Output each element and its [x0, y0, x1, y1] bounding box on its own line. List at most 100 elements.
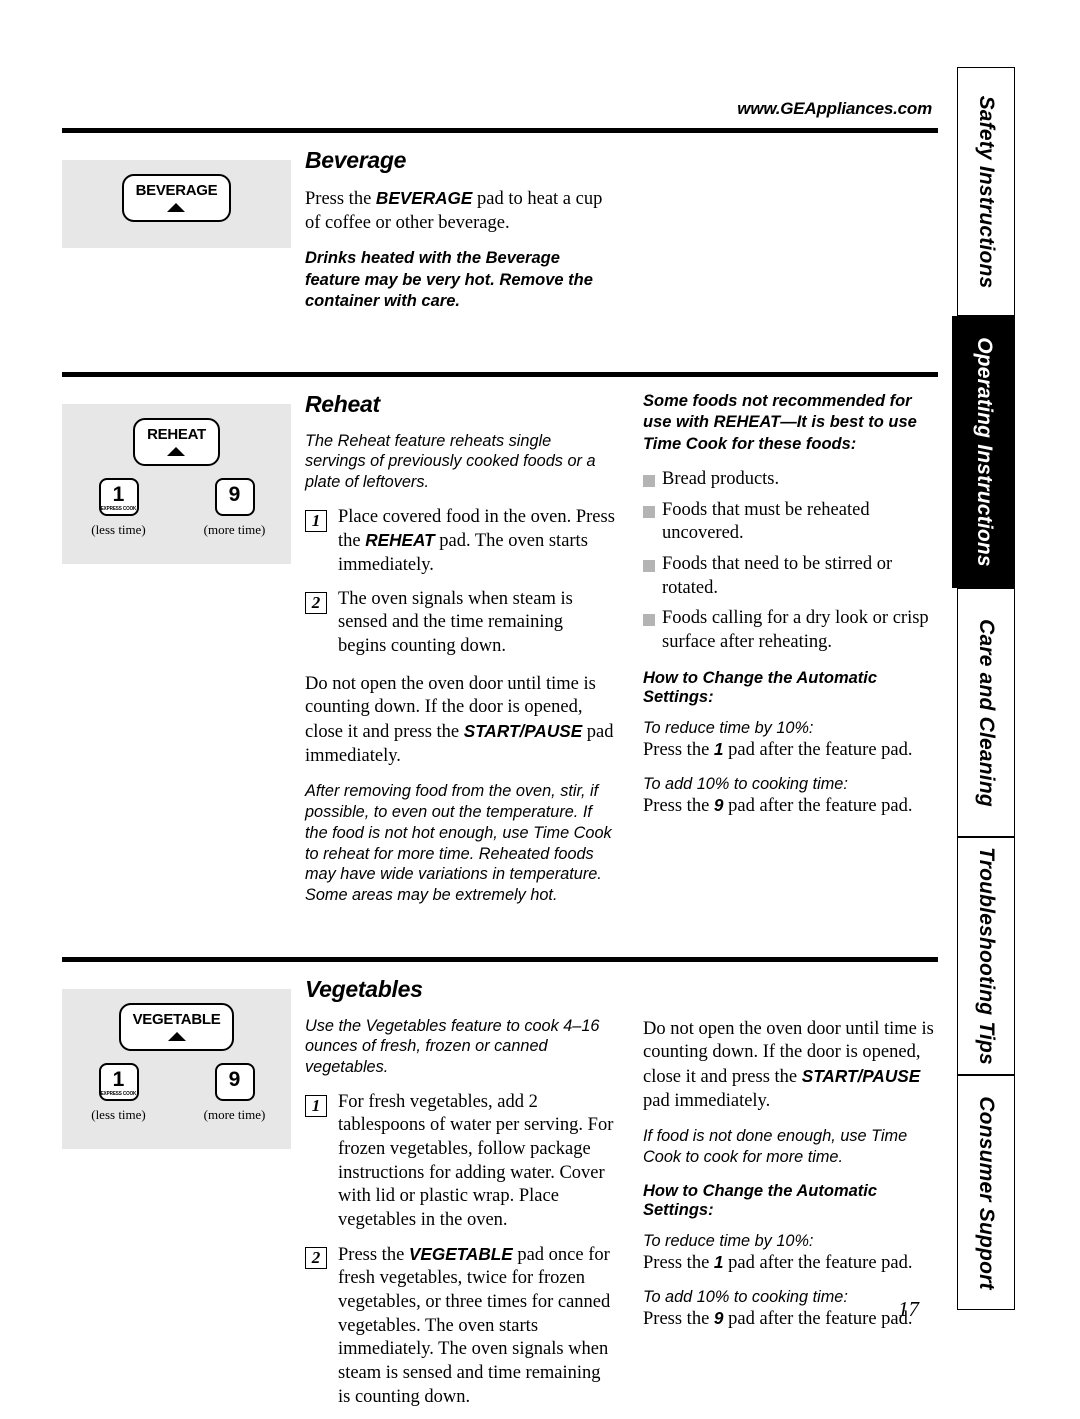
up-arrow-icon	[167, 446, 186, 456]
setting-desc-post: pad after the feature pad.	[723, 796, 913, 817]
tab-care-and-cleaning[interactable]: Care and Cleaning	[957, 588, 1015, 837]
vegetables-pad-illustration: VEGETABLE 1 EXPRESS COOK (less time) 9 (…	[62, 988, 291, 1149]
beverage-intro-bold: BEVERAGE	[375, 188, 473, 208]
reheat-title: Reheat	[305, 390, 380, 417]
tab-operating-instructions[interactable]: Operating Instructions	[952, 316, 1015, 588]
reheat-door-warning: Do not open the oven door until time is …	[305, 673, 615, 769]
reheat-less-digit: 1	[112, 482, 125, 506]
tab-consumer-support[interactable]: Consumer Support	[957, 1075, 1015, 1310]
reheat-setting-reduce: To reduce time by 10%: Press the 1 pad a…	[643, 718, 938, 763]
reheat-less-time-pad[interactable]: 1 EXPRESS COOK	[98, 477, 139, 516]
step-text-pre: The oven signals when steam is sensed an…	[338, 588, 573, 657]
door-warning-bold: START/PAUSE	[463, 721, 583, 742]
vegetables-more-time-pad[interactable]: 9	[214, 1062, 255, 1101]
setting-desc-pre: Press the	[643, 796, 714, 817]
tab-label: Troubleshooting Tips	[975, 847, 998, 1065]
beverage-pad-illustration: BEVERAGE	[62, 160, 291, 248]
step-text-pre: Press the	[338, 1244, 409, 1265]
door-warning-bold: START/PAUSE	[801, 1065, 921, 1086]
step-number: 2	[305, 1246, 327, 1269]
vegetables-more-caption: (more time)	[203, 1106, 266, 1122]
reheat-pad-label: REHEAT	[147, 425, 206, 443]
setting-label: To add 10% to cooking time:	[643, 1287, 848, 1306]
section-tab-strip: Safety Instructions Operating Instructio…	[952, 67, 1020, 1310]
vegetable-pad-label: VEGETABLE	[132, 1010, 221, 1028]
setting-desc: Press the 9 pad after the feature pad.	[643, 1307, 938, 1332]
vegetables-less-time-pad[interactable]: 1 EXPRESS COOK	[98, 1062, 139, 1101]
vegetables-note: If food is not done enough, use Time Coo…	[643, 1127, 908, 1166]
list-item: Bread products.	[643, 468, 938, 492]
setting-desc-post: pad after the feature pad.	[723, 1252, 913, 1273]
site-url: www.GEAppliances.com	[737, 99, 932, 118]
section-reheat: REHEAT 1 EXPRESS COOK (less time) 9 (mor…	[62, 377, 938, 919]
reheat-setting-add: To add 10% to cooking time: Press the 9 …	[643, 774, 938, 819]
reheat-step: 1 Place covered food in the oven. Press …	[305, 506, 615, 578]
square-bullet-icon	[643, 474, 655, 487]
list-item-text: Foods that must be reheated uncovered.	[662, 499, 870, 544]
vegetables-intro: Use the Vegetables feature to cook 4–16 …	[305, 1016, 600, 1076]
setting-desc: Press the 9 pad after the feature pad.	[643, 794, 938, 819]
tab-label: Consumer Support	[975, 1095, 998, 1290]
express-cook-sublabel: EXPRESS COOK	[100, 1089, 137, 1096]
reheat-more-time-pad[interactable]: 9	[214, 477, 255, 516]
setting-label: To reduce time by 10%:	[643, 1231, 814, 1250]
list-item-text: Foods calling for a dry look or crisp su…	[662, 608, 929, 652]
reheat-intro: The Reheat feature reheats single servin…	[305, 431, 596, 492]
vegetables-settings-head: How to Change the Automatic Settings:	[643, 1181, 878, 1219]
reheat-settings-head: How to Change the Automatic Settings:	[643, 668, 878, 706]
setting-label: To reduce time by 10%:	[643, 718, 814, 737]
setting-desc: Press the 1 pad after the feature pad.	[643, 738, 938, 763]
vegetables-setting-add: To add 10% to cooking time: Press the 9 …	[643, 1287, 938, 1332]
express-cook-sublabel: EXPRESS COOK	[100, 504, 137, 512]
tab-label: Safety Instructions	[975, 95, 998, 288]
up-arrow-icon	[167, 203, 186, 212]
step-text-bold: VEGETABLE	[408, 1243, 513, 1264]
beverage-intro-pre: Press the	[305, 189, 376, 209]
tab-label: Care and Cleaning	[975, 618, 998, 807]
step-text-pre: For fresh vegetables, add 2 tablespoons …	[338, 1091, 614, 1230]
reheat-pad-button[interactable]: REHEAT	[133, 417, 220, 466]
list-item: Foods that need to be stirred or rotated…	[643, 553, 938, 600]
beverage-pad-button[interactable]: BEVERAGE	[121, 174, 232, 222]
list-item: Foods that must be reheated uncovered.	[643, 499, 938, 546]
step-text: The oven signals when steam is sensed an…	[338, 588, 615, 659]
beverage-title: Beverage	[305, 147, 407, 173]
setting-desc-post: pad after the feature pad.	[723, 740, 913, 761]
square-bullet-icon	[643, 505, 655, 518]
vegetable-pad-button[interactable]: VEGETABLE	[118, 1002, 235, 1051]
setting-desc-pre: Press the	[643, 1309, 714, 1330]
setting-label: To add 10% to cooking time:	[643, 774, 848, 793]
door-warning-post: pad immediately.	[643, 1090, 771, 1111]
step-text-bold: REHEAT	[365, 530, 435, 551]
page-number: 17	[898, 1297, 919, 1321]
setting-desc-pre: Press the	[643, 1252, 714, 1273]
tab-troubleshooting-tips[interactable]: Troubleshooting Tips	[957, 837, 1015, 1075]
reheat-more-caption: (more time)	[203, 521, 266, 537]
vegetables-step: 2 Press the VEGETABLE pad once for fresh…	[305, 1243, 615, 1410]
tab-safety-instructions[interactable]: Safety Instructions	[957, 67, 1015, 316]
step-text: For fresh vegetables, add 2 tablespoons …	[338, 1091, 615, 1233]
vegetables-less-digit: 1	[112, 1067, 125, 1091]
vegetables-more-digit: 9	[228, 1067, 241, 1091]
section-beverage: BEVERAGE Beverage Press the BEVERAGE pad…	[62, 133, 938, 326]
reheat-step: 2 The oven signals when steam is sensed …	[305, 588, 615, 659]
step-number: 2	[305, 591, 327, 614]
reheat-more-digit: 9	[228, 482, 241, 506]
setting-desc-post: pad after the feature pad.	[723, 1309, 913, 1330]
step-text: Place covered food in the oven. Press th…	[338, 506, 615, 578]
beverage-intro: Press the BEVERAGE pad to heat a cup of …	[305, 187, 615, 235]
reheat-pad-illustration: REHEAT 1 EXPRESS COOK (less time) 9 (mor…	[62, 403, 291, 564]
page-content: BEVERAGE Beverage Press the BEVERAGE pad…	[62, 128, 938, 1419]
setting-desc: Press the 1 pad after the feature pad.	[643, 1251, 938, 1276]
square-bullet-icon	[643, 614, 655, 627]
tab-label: Operating Instructions	[972, 337, 996, 567]
vegetables-setting-reduce: To reduce time by 10%: Press the 1 pad a…	[643, 1231, 938, 1276]
step-text-post: pad once for fresh vegetables, twice for…	[338, 1244, 611, 1407]
beverage-pad-label: BEVERAGE	[135, 182, 218, 199]
section-vegetables: VEGETABLE 1 EXPRESS COOK (less time) 9 (…	[62, 962, 938, 1419]
vegetables-title: Vegetables	[305, 975, 423, 1002]
list-item: Foods calling for a dry look or crisp su…	[643, 607, 938, 654]
step-number: 1	[305, 1094, 327, 1117]
reheat-note: After removing food from the oven, stir,…	[305, 782, 612, 904]
vegetables-less-caption: (less time)	[91, 1106, 146, 1122]
